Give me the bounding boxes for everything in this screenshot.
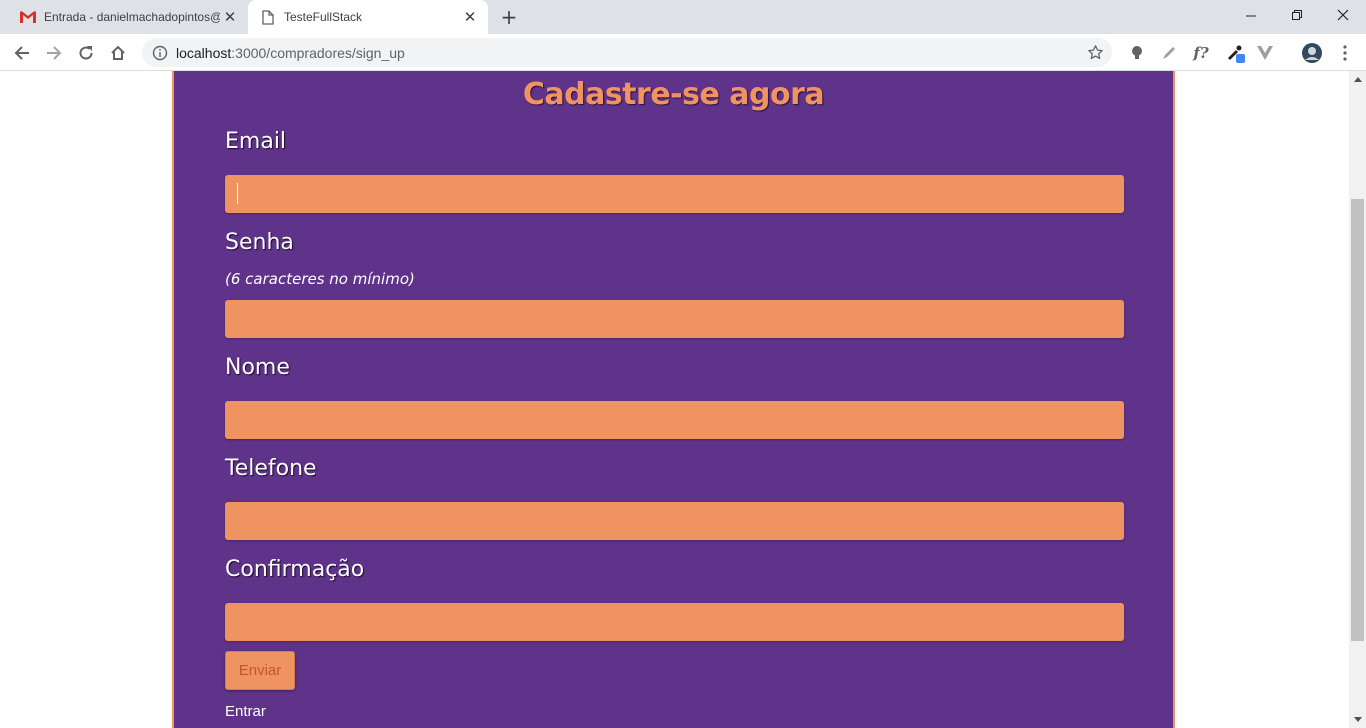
login-link[interactable]: Entrar xyxy=(225,703,266,720)
tab-title: Entrada - danielmachadopintos@ xyxy=(44,10,220,24)
browser-menu-icon[interactable] xyxy=(1334,42,1356,64)
close-tab-icon[interactable]: ✕ xyxy=(460,7,480,27)
page-viewport: Cadastre-se agora Email Senha (6 caracte… xyxy=(0,71,1366,728)
extension-fx-icon[interactable]: f? xyxy=(1190,42,1212,64)
scroll-down-arrow-icon[interactable] xyxy=(1349,711,1366,728)
page-title: Cadastre-se agora xyxy=(522,77,825,112)
browser-toolbar: localhost:3000/compradores/sign_up f? xyxy=(0,34,1366,71)
extension-vue-icon[interactable] xyxy=(1254,42,1276,64)
telefone-field[interactable] xyxy=(225,502,1124,540)
tab-testefullstack[interactable]: TesteFullStack ✕ xyxy=(248,0,488,34)
close-window-icon[interactable] xyxy=(1320,0,1366,30)
reload-icon[interactable] xyxy=(72,39,100,67)
home-icon[interactable] xyxy=(104,39,132,67)
extension-eyedropper-icon[interactable] xyxy=(1224,42,1246,64)
bookmark-star-icon[interactable] xyxy=(1087,44,1104,61)
extension-bulb-icon[interactable] xyxy=(1126,42,1148,64)
restore-icon[interactable] xyxy=(1274,0,1320,30)
senha-hint: (6 caracteres no mínimo) xyxy=(225,270,415,288)
submit-button[interactable]: Enviar xyxy=(225,651,295,690)
scroll-up-arrow-icon[interactable] xyxy=(1349,71,1366,88)
page-icon xyxy=(260,9,276,25)
tab-strip: Entrada - danielmachadopintos@ ✕ TesteFu… xyxy=(0,0,1366,34)
nome-label: Nome xyxy=(225,355,290,380)
close-tab-icon[interactable]: ✕ xyxy=(220,7,240,27)
text-caret xyxy=(237,183,238,204)
scrollbar-thumb[interactable] xyxy=(1351,199,1364,641)
senha-field[interactable] xyxy=(225,300,1124,338)
url-text: localhost:3000/compradores/sign_up xyxy=(176,45,405,61)
gmail-icon xyxy=(20,9,36,25)
confirmacao-label: Confirmação xyxy=(225,557,365,582)
tab-gmail[interactable]: Entrada - danielmachadopintos@ ✕ xyxy=(8,0,248,34)
new-tab-icon[interactable]: + xyxy=(498,5,520,29)
url-host: localhost xyxy=(176,44,232,61)
confirmacao-field[interactable] xyxy=(225,603,1124,641)
tab-title: TesteFullStack xyxy=(284,10,363,24)
signup-panel: Cadastre-se agora Email Senha (6 caracte… xyxy=(172,71,1175,728)
email-label: Email xyxy=(225,129,287,154)
address-bar[interactable]: localhost:3000/compradores/sign_up xyxy=(142,38,1112,67)
forward-icon[interactable] xyxy=(40,39,68,67)
profile-avatar-icon[interactable] xyxy=(1300,41,1324,65)
senha-label: Senha xyxy=(225,230,294,255)
email-field[interactable] xyxy=(225,175,1124,213)
extension-pen-icon[interactable] xyxy=(1158,42,1180,64)
page-scrollbar[interactable] xyxy=(1349,71,1366,728)
info-icon[interactable] xyxy=(152,45,168,61)
back-icon[interactable] xyxy=(8,39,36,67)
telefone-label: Telefone xyxy=(225,456,317,481)
minimize-icon[interactable] xyxy=(1228,0,1274,30)
nome-field[interactable] xyxy=(225,401,1124,439)
url-path: :3000/compradores/sign_up xyxy=(231,44,405,61)
